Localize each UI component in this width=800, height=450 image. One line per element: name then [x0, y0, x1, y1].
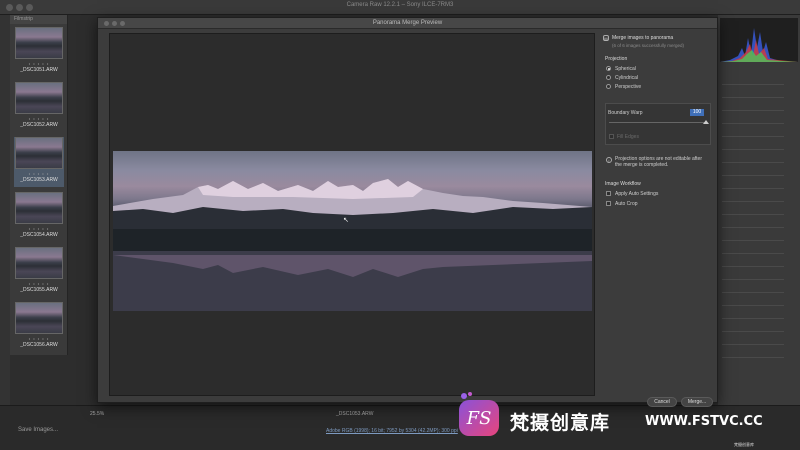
projection-radio-spherical[interactable]: [606, 66, 611, 71]
merge-header: Merge images to panorama: [612, 35, 674, 41]
panel-slider-row[interactable]: [722, 210, 784, 215]
panel-slider-row[interactable]: [722, 327, 784, 332]
filmstrip-header: Filmstrip: [10, 15, 67, 24]
apply-auto-settings-label: Apply Auto Settings: [615, 191, 659, 197]
merge-button[interactable]: Merge...: [681, 397, 713, 407]
panorama-icon: ▤: [603, 35, 609, 41]
panel-slider-row[interactable]: [722, 80, 784, 85]
auto-crop-label: Auto Crop: [615, 201, 638, 207]
filmstrip: Filmstrip • • • • • _DSC1051.ARW • • • • •…: [10, 15, 68, 355]
watermark-text: 梵摄创意库: [510, 412, 611, 434]
thumbnail-image: [15, 137, 63, 169]
boundary-warp-label: Boundary Warp: [608, 110, 643, 116]
rating-stars[interactable]: • • • • •: [14, 336, 64, 341]
thumbnail-image: [15, 192, 63, 224]
rating-stars[interactable]: • • • • •: [14, 281, 64, 286]
panel-slider-row[interactable]: [722, 145, 784, 150]
thumbnail-image: [15, 302, 63, 334]
camera-raw-window: Camera Raw 12.2.1 – Sony ILCE-7RM3 Films…: [0, 0, 800, 450]
brand-badge: 梵摄创意库: [734, 442, 754, 447]
dialog-title: Panorama Merge Preview: [372, 20, 443, 26]
save-images-button[interactable]: Save Images...: [18, 427, 58, 433]
panel-slider-row[interactable]: [722, 158, 784, 163]
rating-stars[interactable]: • • • • •: [14, 61, 64, 66]
panorama-merge-dialog: Panorama Merge Preview ↖ ▤ Merge images …: [97, 17, 718, 407]
thumbnail-filename: _DSC1052.ARW: [20, 122, 58, 128]
dialog-title-bar: Panorama Merge Preview: [98, 18, 717, 29]
panel-slider-row[interactable]: [722, 119, 784, 124]
current-filename: _DSC1053.ARW: [336, 411, 374, 417]
filmstrip-thumbnail[interactable]: • • • • • _DSC1055.ARW: [14, 247, 64, 297]
boundary-warp-slider[interactable]: [609, 122, 705, 123]
thumbnail-filename: _DSC1051.ARW: [20, 67, 58, 73]
panel-slider-row[interactable]: [722, 249, 784, 254]
projection-label: Cylindrical: [615, 75, 639, 81]
panel-slider-row[interactable]: [722, 106, 784, 111]
mouse-cursor-icon: ↖: [343, 217, 349, 224]
filmstrip-thumbnail[interactable]: • • • • • _DSC1054.ARW: [14, 192, 64, 242]
app-title: Camera Raw 12.2.1 – Sony ILCE-7RM3: [346, 2, 454, 8]
panel-slider-row[interactable]: [722, 288, 784, 293]
panel-slider-row[interactable]: [722, 93, 784, 98]
projection-radio-cylindrical[interactable]: [606, 75, 611, 80]
boundary-warp-box: Boundary Warp 100 Fill Edges: [605, 103, 711, 145]
projection-radio-perspective[interactable]: [606, 84, 611, 89]
zoom-level[interactable]: 25.5%: [90, 411, 104, 417]
projection-title: Projection: [605, 56, 628, 62]
panel-slider-row[interactable]: [722, 132, 784, 137]
projection-note: Projection options are not editable afte…: [615, 156, 702, 168]
thumbnail-image: [15, 27, 63, 59]
panel-slider-row[interactable]: [722, 171, 784, 176]
histogram: [720, 18, 798, 62]
filmstrip-thumbnail[interactable]: • • • • • _DSC1051.ARW: [14, 27, 64, 77]
apply-auto-settings-checkbox[interactable]: [606, 191, 611, 196]
panel-slider-row[interactable]: [722, 314, 784, 319]
fill-edges-label: Fill Edges: [617, 134, 639, 140]
rating-stars[interactable]: • • • • •: [14, 171, 64, 176]
left-gutter: [0, 15, 10, 405]
boundary-warp-value[interactable]: 100: [690, 109, 704, 116]
thumbnail-filename: _DSC1053.ARW: [20, 177, 58, 183]
filmstrip-thumbnail[interactable]: • • • • • _DSC1053.ARW: [14, 137, 64, 187]
thumbnail-filename: _DSC1055.ARW: [20, 287, 58, 293]
panorama-preview[interactable]: ↖: [109, 33, 595, 396]
panel-slider-row[interactable]: [722, 236, 784, 241]
merge-status: (6 of 6 images successfully merged): [612, 43, 685, 48]
thumbnail-image: [15, 82, 63, 114]
cancel-button[interactable]: Cancel: [647, 397, 677, 407]
projection-label: Perspective: [615, 84, 642, 90]
svg-text:FS: FS: [466, 408, 492, 429]
panel-slider-row[interactable]: [722, 197, 784, 202]
watermark-url: WWW.FSTVC.CC: [645, 414, 763, 429]
panorama-image: [113, 151, 592, 311]
projection-label: Spherical: [615, 66, 636, 72]
fs-logo: FS: [459, 392, 499, 436]
workflow-options-link[interactable]: Adobe RGB (1998); 16 bit; 7952 by 5304 (…: [326, 428, 458, 434]
panel-slider-row[interactable]: [722, 301, 784, 306]
filmstrip-thumbnail[interactable]: • • • • • _DSC1056.ARW: [14, 302, 64, 352]
fill-edges-checkbox[interactable]: [609, 134, 614, 139]
panel-slider-row[interactable]: [722, 262, 784, 267]
panel-slider-row[interactable]: [722, 275, 784, 280]
panel-slider-row[interactable]: [722, 340, 784, 345]
thumbnail-filename: _DSC1054.ARW: [20, 232, 58, 238]
app-title-bar: Camera Raw 12.2.1 – Sony ILCE-7RM3: [0, 0, 800, 15]
filmstrip-thumbnail[interactable]: • • • • • _DSC1052.ARW: [14, 82, 64, 132]
boundary-warp-slider-thumb[interactable]: [703, 120, 709, 124]
merge-options-panel: ▤ Merge images to panorama (6 of 6 image…: [603, 33, 715, 407]
thumbnail-filename: _DSC1056.ARW: [20, 342, 58, 348]
panel-slider-row[interactable]: [722, 353, 784, 358]
panel-slider-row[interactable]: [722, 184, 784, 189]
rating-stars[interactable]: • • • • •: [14, 116, 64, 121]
panel-slider-row[interactable]: [722, 223, 784, 228]
auto-crop-checkbox[interactable]: [606, 201, 611, 206]
thumbnail-image: [15, 247, 63, 279]
rating-stars[interactable]: • • • • •: [14, 226, 64, 231]
image-workflow-title: Image Workflow: [605, 181, 641, 187]
info-icon: i: [606, 157, 612, 163]
